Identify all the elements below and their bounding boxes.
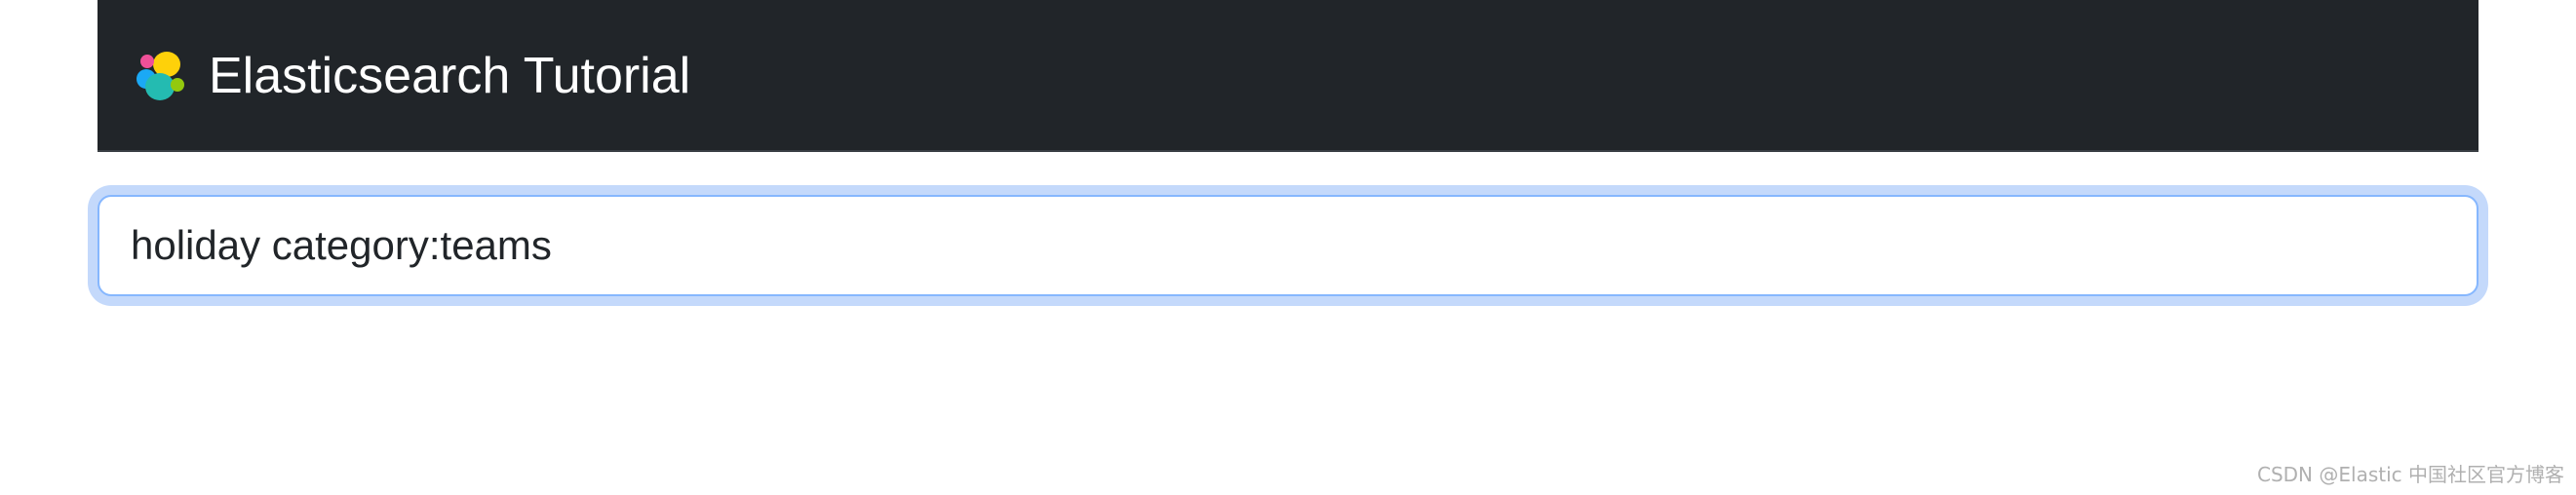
watermark: CSDN @Elastic 中国社区官方博客 (2257, 463, 2564, 486)
search-focus-ring (88, 185, 2488, 306)
brand-link[interactable]: Elasticsearch Tutorial (135, 0, 690, 152)
brand-title: Elasticsearch Tutorial (209, 48, 691, 104)
top-navbar: Elasticsearch Tutorial (98, 0, 2478, 152)
elastic-logo-icon (137, 52, 184, 100)
search-input[interactable] (98, 195, 2478, 296)
